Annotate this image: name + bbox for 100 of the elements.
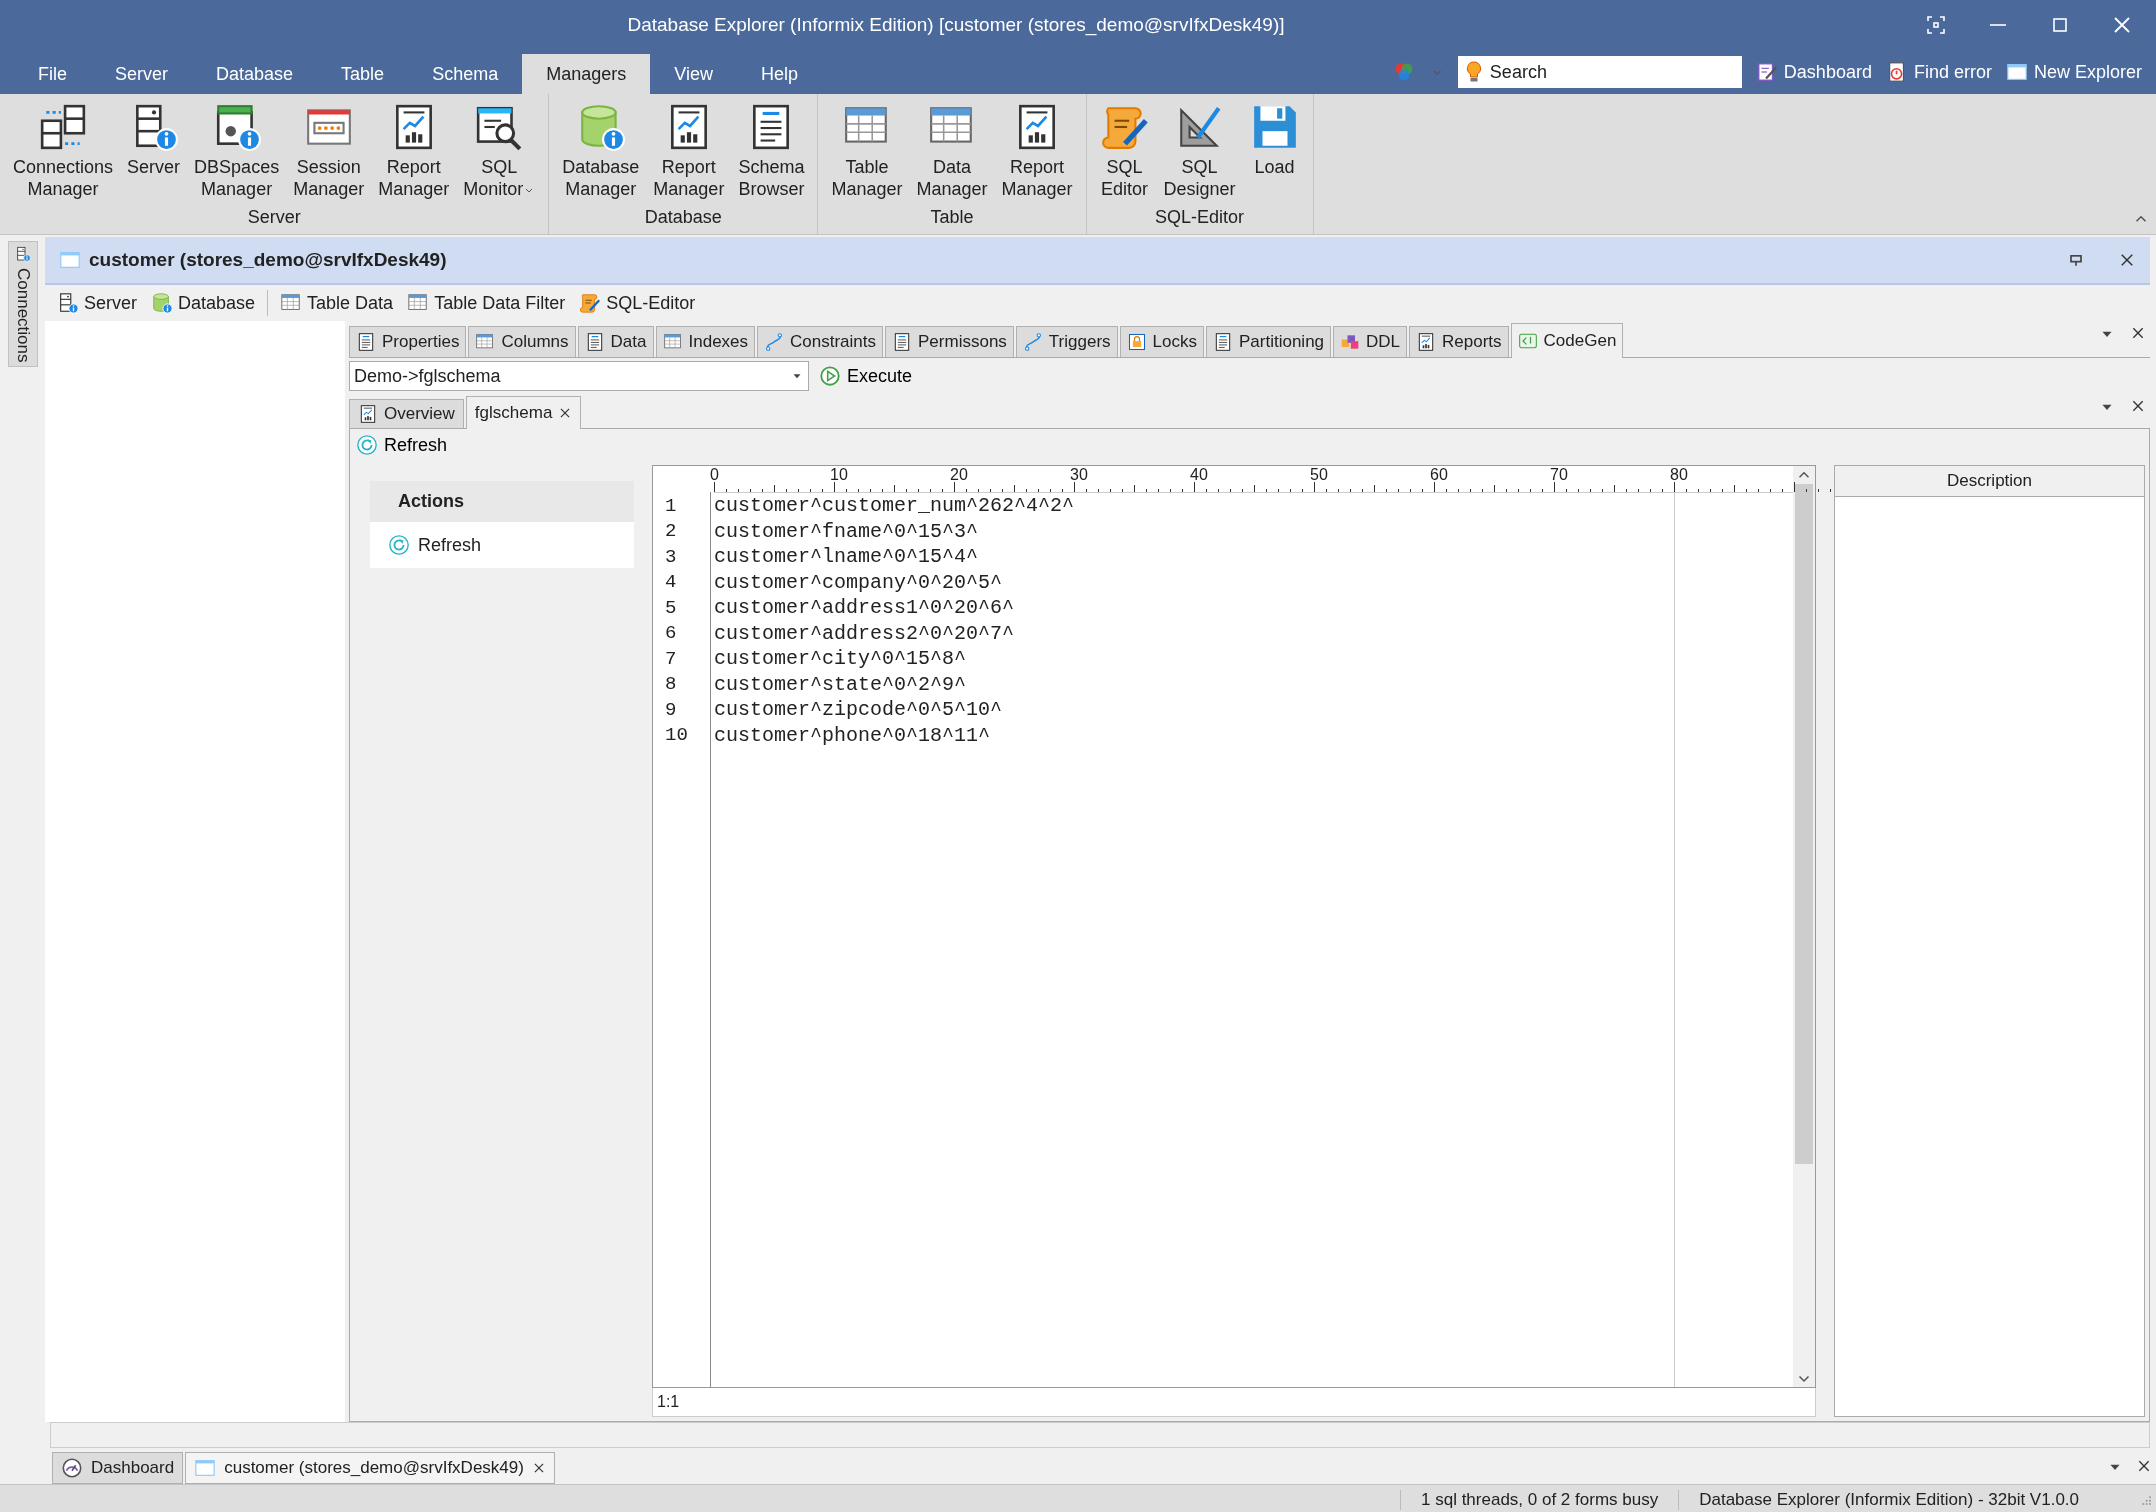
note-pen-icon — [1755, 61, 1778, 83]
ribbon-button[interactable]: Report Manager — [994, 98, 1080, 207]
tab[interactable]: CodeGen — [1510, 323, 1624, 358]
ribbon-button[interactable]: DBSpaces Manager — [187, 98, 287, 207]
line-number: 7 — [664, 647, 678, 670]
gauge-icon — [61, 1457, 83, 1479]
line-number: 6 — [664, 622, 678, 645]
tab[interactable]: Locks — [1119, 326, 1204, 357]
ribbon-group-label: Table — [929, 207, 975, 229]
close-icon[interactable] — [2130, 398, 2146, 414]
scrollbar[interactable] — [1793, 466, 1815, 1387]
ribbon-group-label: Database — [643, 207, 723, 229]
ruler-label: 60 — [1430, 466, 1448, 484]
toolbar-button[interactable]: SQL-Editor — [575, 290, 700, 316]
ribbon-button[interactable]: Session Manager — [286, 98, 372, 207]
ribbon-button[interactable]: Server — [120, 98, 188, 207]
toolbar-button[interactable]: Server — [53, 290, 141, 316]
tab[interactable]: Permissons — [885, 326, 1014, 357]
ribbon-button[interactable]: Load — [1242, 98, 1307, 207]
ribbon-button[interactable]: Database Manager — [555, 98, 647, 207]
refresh-button[interactable]: Refresh — [350, 429, 454, 461]
line-number: 9 — [664, 698, 678, 721]
tab[interactable]: Properties — [349, 326, 467, 357]
code-line: customer^address1^0^20^6^ — [713, 596, 1015, 620]
menu-tab[interactable]: Server — [91, 54, 193, 94]
schema-dropdown[interactable]: Demo->fglschema — [349, 361, 809, 391]
ruler-label: 80 — [1670, 466, 1688, 484]
menu-tab[interactable]: Managers — [522, 54, 651, 94]
line-number: 1 — [664, 494, 678, 517]
action-item[interactable]: Refresh — [370, 522, 634, 568]
code-line: customer^state^0^2^9^ — [713, 672, 967, 696]
document-tab[interactable]: customer (stores_demo@srvIfxDesk49) — [185, 1452, 555, 1484]
close-icon[interactable] — [2136, 1458, 2152, 1474]
ribbon-button[interactable]: Schema Browser — [731, 98, 812, 207]
window-icon — [2005, 61, 2028, 83]
play-icon — [819, 365, 841, 387]
actions-header: Actions — [370, 481, 634, 522]
tab[interactable]: DDL — [1333, 326, 1408, 357]
maximize-icon — [2050, 15, 2070, 35]
ruler-label: 50 — [1310, 466, 1328, 484]
cubes-icon — [1340, 332, 1361, 352]
menu-tab[interactable]: Schema — [408, 54, 523, 94]
menu-tab[interactable]: Table — [317, 54, 409, 94]
ribbon-button[interactable]: Table Manager — [824, 98, 910, 207]
ribbon-button[interactable]: Connections Manager — [6, 98, 121, 207]
tab[interactable]: Reports — [1409, 326, 1509, 357]
ribbon-button[interactable]: SQL Monitor — [456, 98, 543, 207]
ribbon-group-label: Server — [246, 207, 302, 229]
toolbar-button[interactable]: Table Data Filter — [403, 290, 570, 316]
code-line: customer^address2^0^20^7^ — [713, 621, 1015, 645]
close-icon — [2112, 15, 2132, 35]
ribbon-button[interactable]: Data Manager — [909, 98, 995, 207]
close-icon[interactable] — [2130, 325, 2146, 341]
document-icon — [1213, 332, 1233, 352]
code-line: customer^company^0^20^5^ — [713, 570, 1003, 594]
ruler-label: 30 — [1070, 466, 1088, 484]
menu-tab[interactable]: File — [14, 54, 91, 94]
document-icon — [356, 332, 376, 352]
capture-icon — [1926, 15, 1946, 35]
toolbar-button[interactable]: Database — [147, 290, 260, 316]
report-icon — [358, 404, 378, 424]
tab[interactable]: Triggers — [1015, 326, 1118, 357]
close-icon[interactable] — [2118, 251, 2136, 269]
search-field[interactable]: Search — [1457, 56, 1742, 88]
menu-tab[interactable]: Database — [192, 54, 318, 94]
menu-tab[interactable]: View — [650, 54, 737, 94]
ribbon-button[interactable]: Report Manager — [646, 98, 732, 207]
connector-icon — [1022, 332, 1043, 352]
toolbar-button[interactable]: Table Data — [276, 290, 398, 316]
tab[interactable]: fglschema — [465, 396, 582, 429]
window-title: Database Explorer (Informix Edition) [customer (stores_demo@srvIfxDesk49)] — [626, 14, 1286, 36]
toolbar-link[interactable]: Dashboard — [1755, 61, 1872, 83]
code-icon — [1517, 331, 1538, 351]
execute-button[interactable]: Execute — [817, 363, 915, 389]
tab[interactable]: Columns — [468, 326, 576, 357]
tab[interactable]: Partitioning — [1206, 326, 1332, 357]
tab[interactable]: Overview — [349, 399, 464, 428]
line-number: 4 — [664, 571, 678, 594]
toolbar-link[interactable]: New Explorer — [2005, 61, 2142, 83]
ribbon-button[interactable]: SQL Designer — [1156, 98, 1243, 207]
line-number: 5 — [664, 596, 678, 619]
ribbon-button[interactable]: SQL Editor — [1092, 98, 1157, 207]
minimize-icon — [1990, 24, 2006, 26]
lock-icon — [1126, 332, 1147, 352]
code-line: customer^lname^0^15^4^ — [713, 545, 979, 569]
line-number: 8 — [664, 673, 678, 696]
refresh-icon — [388, 534, 410, 556]
cursor-position: 1:1 — [657, 1393, 680, 1411]
menu-tab[interactable]: Help — [736, 54, 822, 94]
tab[interactable]: Constraints — [757, 326, 884, 357]
code-line: customer^city^0^15^8^ — [713, 647, 967, 671]
tab[interactable]: Indexes — [655, 326, 756, 357]
server-icon — [14, 246, 31, 262]
status-text: Database Explorer (Informix Edition) - 32bit V1.0.0 — [1678, 1490, 2099, 1510]
server-icon — [57, 292, 79, 314]
side-panel-tab[interactable]: Connections — [7, 241, 38, 367]
document-tab[interactable]: Dashboard — [52, 1452, 184, 1484]
toolbar-link[interactable]: Find error — [1885, 61, 1992, 83]
tab[interactable]: Data — [577, 326, 654, 357]
ribbon-button[interactable]: Report Manager — [371, 98, 457, 207]
